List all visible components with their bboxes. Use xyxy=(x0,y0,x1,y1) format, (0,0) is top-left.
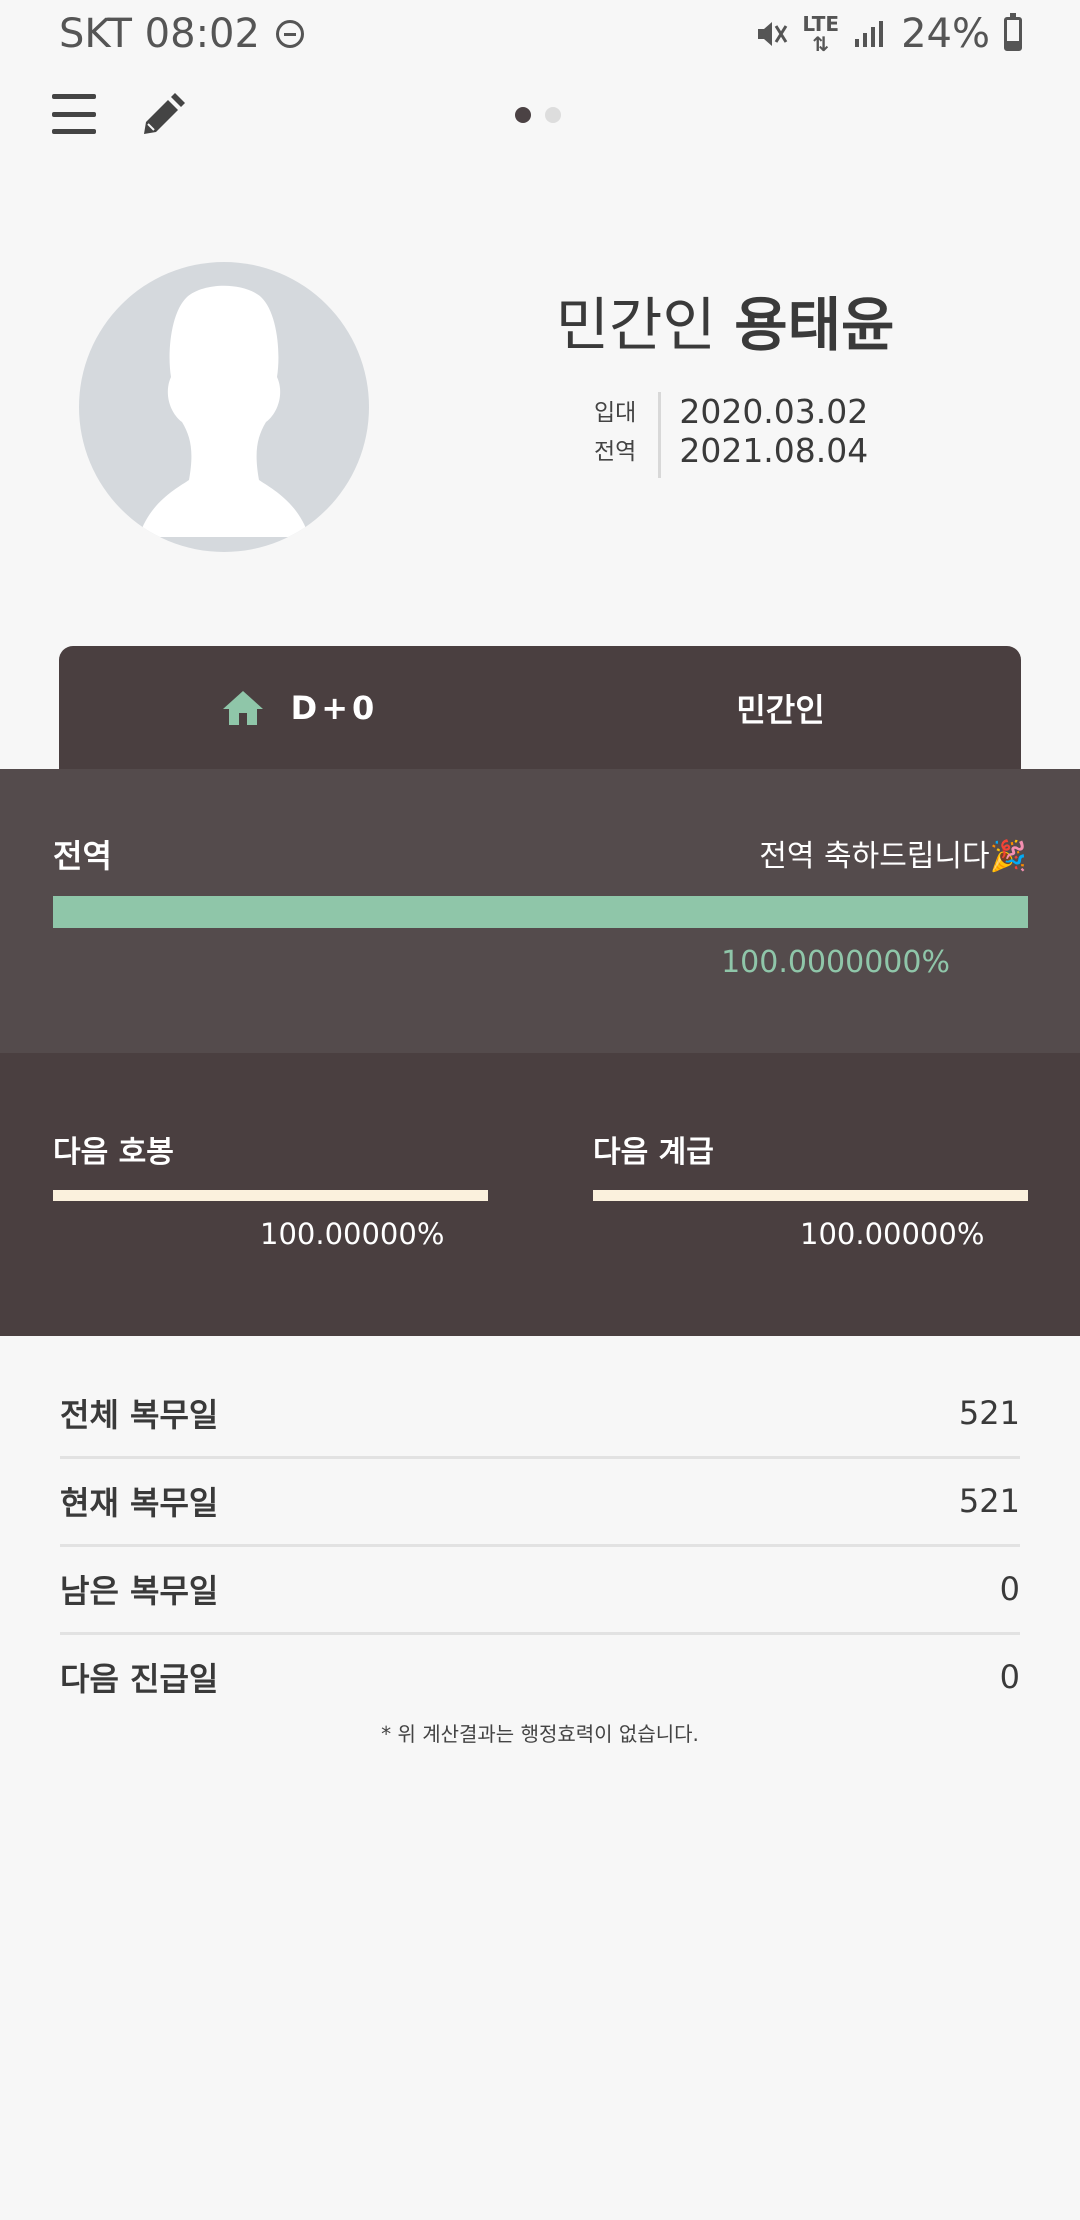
menu-button[interactable] xyxy=(52,94,96,134)
next-pay-step-bar xyxy=(53,1190,488,1201)
stat-label: 다음 진급일 xyxy=(60,1660,219,1698)
pencil-icon xyxy=(144,93,185,134)
person-silhouette-icon xyxy=(139,285,309,537)
status-bar-right: LTE ⇅ 24% xyxy=(754,8,1022,60)
enlist-label: 입대 xyxy=(594,400,637,426)
stat-label: 전체 복무일 xyxy=(60,1396,219,1434)
menu-icon-bar xyxy=(52,111,96,117)
tab-dday[interactable]: D+0 xyxy=(59,646,540,770)
next-rank-percent: 100.00000% xyxy=(800,1217,985,1251)
dday-label: D+0 xyxy=(290,689,379,727)
stat-row-next-promotion-date: 다음 진급일 0 xyxy=(60,1634,1020,1720)
page-dot-active xyxy=(515,107,531,123)
summary-tabs: D+0 민간인 xyxy=(59,646,1021,770)
menu-icon-bar xyxy=(52,94,96,99)
stat-label: 남은 복무일 xyxy=(60,1572,219,1610)
stat-label: 현재 복무일 xyxy=(60,1484,219,1522)
next-pay-step-percent: 100.00000% xyxy=(260,1217,445,1251)
service-dates: 입대 전역 2020.03.02 2021.08.04 xyxy=(594,392,868,478)
next-pay-step-fill xyxy=(53,1190,488,1201)
home-icon xyxy=(222,691,263,725)
tab-status[interactable]: 민간인 xyxy=(540,646,1021,770)
status-bar-left: SKT 08:02 xyxy=(59,8,304,60)
next-pay-step-label: 다음 호봉 xyxy=(53,1135,174,1170)
user-name: 민간인 용태윤 xyxy=(520,278,930,362)
stat-row-current-days: 현재 복무일 521 xyxy=(60,1458,1020,1547)
stat-value: 0 xyxy=(999,1570,1020,1608)
stat-value: 521 xyxy=(958,1482,1020,1520)
status-label: 민간인 xyxy=(736,691,825,729)
stat-value: 0 xyxy=(999,1658,1020,1696)
next-promotion-section: 다음 호봉 100.00000% 다음 계급 100.00000% xyxy=(0,1053,1080,1336)
stat-row-remaining-days: 남은 복무일 0 xyxy=(60,1546,1020,1635)
date-labels: 입대 전역 xyxy=(594,392,662,478)
stat-value: 521 xyxy=(958,1394,1020,1432)
stat-row-total-days: 전체 복무일 521 xyxy=(60,1370,1020,1459)
battery-icon xyxy=(1004,13,1022,51)
discharge-percent: 100.0000000% xyxy=(721,945,950,980)
avatar[interactable] xyxy=(79,262,369,552)
discharge-progress-section: 전역 전역 축하드립니다🎉 100.0000000% xyxy=(0,769,1080,1053)
next-rank-bar xyxy=(593,1190,1028,1201)
date-values: 2020.03.02 2021.08.04 xyxy=(661,392,868,478)
discharge-progress-fill xyxy=(53,896,1028,928)
battery-level-fill xyxy=(1007,41,1019,48)
mute-icon xyxy=(758,22,788,46)
menu-icon-bar xyxy=(52,129,96,134)
discharge-label: 전역 xyxy=(594,439,637,465)
battery-percent: 24% xyxy=(901,11,990,57)
discharge-date: 2021.08.04 xyxy=(679,431,869,470)
edit-button[interactable] xyxy=(136,90,188,142)
discharge-progress-bar xyxy=(53,896,1028,928)
do-not-disturb-icon xyxy=(275,20,304,48)
disclaimer-note: * 위 계산결과는 행정효력이 없습니다. xyxy=(381,1722,699,1746)
page-dot xyxy=(545,107,561,123)
carrier-time: SKT 08:02 xyxy=(59,11,260,57)
page-indicator xyxy=(515,107,561,123)
lte-icon: LTE ⇅ xyxy=(802,12,840,56)
next-rank-fill xyxy=(593,1190,1028,1201)
signal-icon xyxy=(855,21,884,47)
user-rank: 민간인 xyxy=(555,291,716,359)
enlist-date: 2020.03.02 xyxy=(679,392,869,431)
network-label: LTE xyxy=(802,12,840,36)
discharge-message: 전역 축하드립니다🎉 xyxy=(759,839,1027,874)
discharge-progress-label: 전역 xyxy=(53,837,112,875)
next-rank-label: 다음 계급 xyxy=(593,1135,714,1170)
user-name-text: 용태윤 xyxy=(734,291,895,359)
